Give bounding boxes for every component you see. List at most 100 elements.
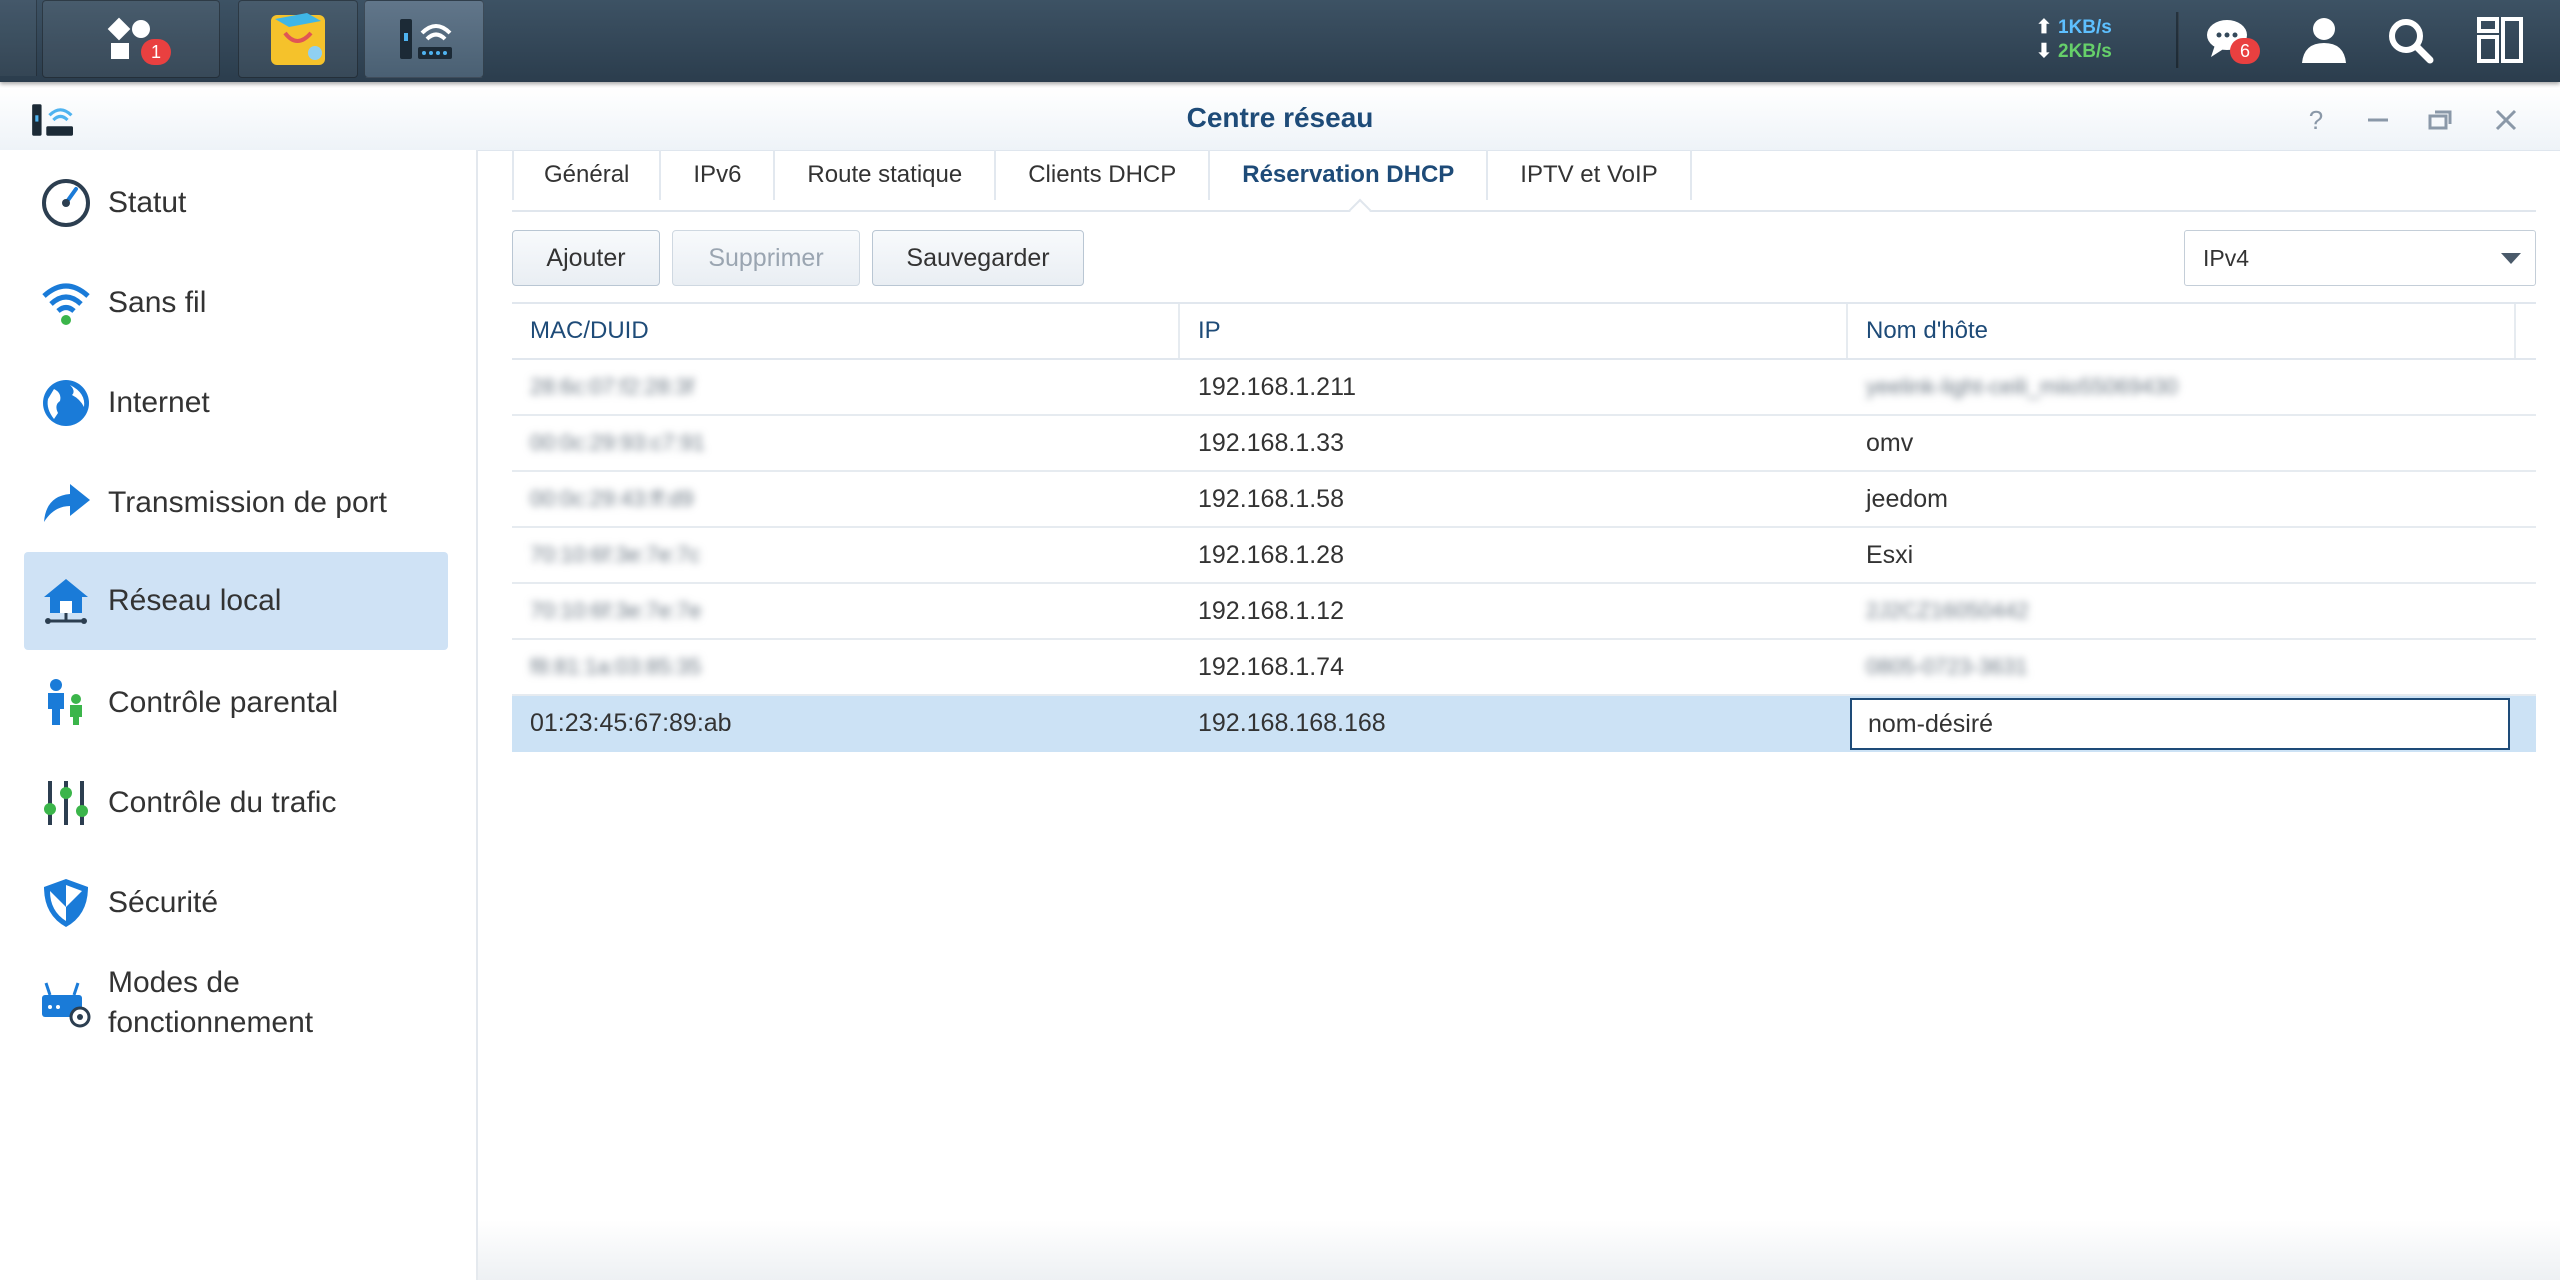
sidebar-item-label: Transmission de port <box>108 486 387 519</box>
hostname-cell: 2J2CZ16050442 <box>1866 598 2029 623</box>
package-center-button[interactable] <box>238 0 358 78</box>
table-row[interactable]: 28:6c:07:f2:28:3f 192.168.1.211 yeelink-… <box>512 360 2536 416</box>
close-button[interactable] <box>2486 100 2526 140</box>
tab-clients-dhcp[interactable]: Clients DHCP <box>996 150 1211 200</box>
column-header-mac[interactable]: MAC/DUID <box>512 304 1180 358</box>
main-menu-badge: 1 <box>141 39 171 65</box>
sidebar-item-controle-du-trafic[interactable]: Contrôle du trafic <box>24 754 448 852</box>
family-icon <box>48 679 82 725</box>
sidebar-item-reseau-local[interactable]: Réseau local <box>24 552 448 650</box>
taskbar-separator <box>2176 12 2179 68</box>
column-header-hostname[interactable]: Nom d'hôte <box>1848 304 2516 358</box>
mac-cell: 70:10:6f:3e:7e:7e <box>530 598 702 623</box>
ip-cell: 192.168.168.168 <box>1198 708 1386 737</box>
taskbar: 1 ⬆ 1KB/s ⬇ 2KB/s 6 <box>0 0 2560 82</box>
mac-cell: 28:6c:07:f2:28:3f <box>530 374 694 399</box>
sidebar-item-sans-fil[interactable]: Sans fil <box>24 254 448 352</box>
table-row-selected[interactable]: 01:23:45:67:89:ab 192.168.168.168 nom-dé… <box>512 696 2536 752</box>
table-row[interactable]: 70:10:6f:3e:7e:7c 192.168.1.28 Esxi <box>512 528 2536 584</box>
help-icon: ? <box>2308 104 2324 135</box>
sidebar-item-transmission-de-port[interactable]: Transmission de port <box>24 454 448 552</box>
taskbar-edge <box>0 0 37 76</box>
window-title: Centre réseau <box>1186 102 1374 133</box>
hostname-edit-value: nom-désiré <box>1868 709 1994 738</box>
hostname-cell: jeedom <box>1866 484 1948 513</box>
tab-ipv6[interactable]: IPv6 <box>661 150 776 200</box>
ip-cell: 192.168.1.12 <box>1198 596 1344 625</box>
hostname-cell: Esxi <box>1866 540 1914 569</box>
widgets-button[interactable] <box>2472 12 2528 68</box>
sidebar-item-label: Contrôle parental <box>108 686 339 719</box>
ip-version-value: IPv4 <box>2203 244 2250 271</box>
tab-route-statique[interactable]: Route statique <box>775 150 997 200</box>
mac-cell: 00:0c:29:43:ff:d9 <box>530 486 694 511</box>
notifications-button[interactable]: 6 <box>2204 12 2260 68</box>
delete-button[interactable]: Supprimer <box>672 230 860 286</box>
mac-cell: 70:10:6f:3e:7e:7c <box>530 542 701 567</box>
user-button[interactable] <box>2296 12 2352 68</box>
maximize-button[interactable] <box>2420 100 2460 140</box>
network-center-taskbar-button[interactable] <box>364 0 484 78</box>
chevron-down-icon <box>2501 253 2521 264</box>
tab-bar: Général IPv6 Route statique Clients DHCP… <box>512 150 1692 210</box>
save-button[interactable]: Sauvegarder <box>872 230 1084 286</box>
close-icon <box>2495 109 2517 131</box>
tab-general[interactable]: Général <box>512 150 662 200</box>
widgets-icon <box>2477 17 2523 63</box>
search-button[interactable] <box>2382 12 2438 68</box>
sidebar-item-controle-parental[interactable]: Contrôle parental <box>24 654 448 752</box>
window-titlebar: Centre réseau ? <box>0 88 2560 151</box>
table-row[interactable]: 00:0c:29:43:ff:d9 192.168.1.58 jeedom <box>512 472 2536 528</box>
tab-reservation-dhcp[interactable]: Réservation DHCP <box>1210 150 1489 200</box>
hostname-cell: 0805-0723-3631 <box>1866 654 2028 679</box>
table-row[interactable]: f8:81:1a:03:85:35 192.168.1.74 0805-0723… <box>512 640 2536 696</box>
hostname-edit-field[interactable]: nom-désiré <box>1850 698 2510 750</box>
sidebar-item-label: Internet <box>108 386 210 419</box>
ip-cell: 192.168.1.28 <box>1198 540 1344 569</box>
main-menu-button[interactable]: 1 <box>42 0 220 78</box>
sidebar: Statut Sans fil Internet Transmission de… <box>0 150 478 1280</box>
sidebar-item-label: Réseau local <box>108 584 282 617</box>
router-wifi-icon <box>400 19 452 59</box>
hostname-cell: yeelink-light-ceili_miio55069430 <box>1866 374 2178 399</box>
column-header-ip[interactable]: IP <box>1180 304 1848 358</box>
search-icon <box>2389 19 2434 64</box>
tab-underline <box>512 210 2536 212</box>
mac-cell: 01:23:45:67:89:ab <box>530 708 732 737</box>
shield-icon <box>44 879 88 927</box>
ip-cell: 192.168.1.211 <box>1198 372 1357 401</box>
sidebar-item-label: Statut <box>108 186 187 219</box>
ip-version-select[interactable]: IPv4 <box>2184 230 2536 286</box>
add-button[interactable]: Ajouter <box>512 230 660 286</box>
upload-arrow-icon: ⬆ <box>2036 17 2052 38</box>
forward-arrow-icon <box>44 484 90 522</box>
sidebar-item-label: Sécurité <box>108 886 219 919</box>
sidebar-item-statut[interactable]: Statut <box>24 154 448 252</box>
minimize-icon <box>2368 118 2388 122</box>
download-speed: 2KB/s <box>2058 41 2112 62</box>
home-network-icon <box>44 579 88 624</box>
ip-cell: 192.168.1.33 <box>1198 428 1344 457</box>
download-arrow-icon: ⬇ <box>2036 41 2052 62</box>
gauge-icon <box>42 179 90 227</box>
wifi-icon <box>42 283 90 325</box>
upload-speed: 1KB/s <box>2058 17 2112 38</box>
table-row[interactable]: 00:0c:29:93:c7:91 192.168.1.33 omv <box>512 416 2536 472</box>
table-header: MAC/DUID IP Nom d'hôte <box>512 302 2536 360</box>
sidebar-item-label: Sans fil <box>108 286 207 319</box>
package-center-icon <box>271 13 325 65</box>
sidebar-item-securite[interactable]: Sécurité <box>24 854 448 952</box>
ip-cell: 192.168.1.58 <box>1198 484 1344 513</box>
sliders-icon <box>44 781 88 825</box>
notifications-badge: 6 <box>2230 38 2260 64</box>
help-button[interactable]: ? <box>2296 100 2336 140</box>
minimize-button[interactable] <box>2358 100 2398 140</box>
sidebar-item-modes-de-fonctionnement[interactable]: Modes de fonctionnement <box>24 954 448 1052</box>
tab-iptv-et-voip[interactable]: IPTV et VoIP <box>1488 150 1692 200</box>
mac-cell: f8:81:1a:03:85:35 <box>530 654 702 679</box>
router-gear-icon <box>42 982 91 1028</box>
table-row[interactable]: 70:10:6f:3e:7e:7e 192.168.1.12 2J2CZ1605… <box>512 584 2536 640</box>
sidebar-item-internet[interactable]: Internet <box>24 354 448 452</box>
window-bottom-shadow <box>476 1220 2560 1280</box>
restore-icon <box>2428 110 2452 130</box>
